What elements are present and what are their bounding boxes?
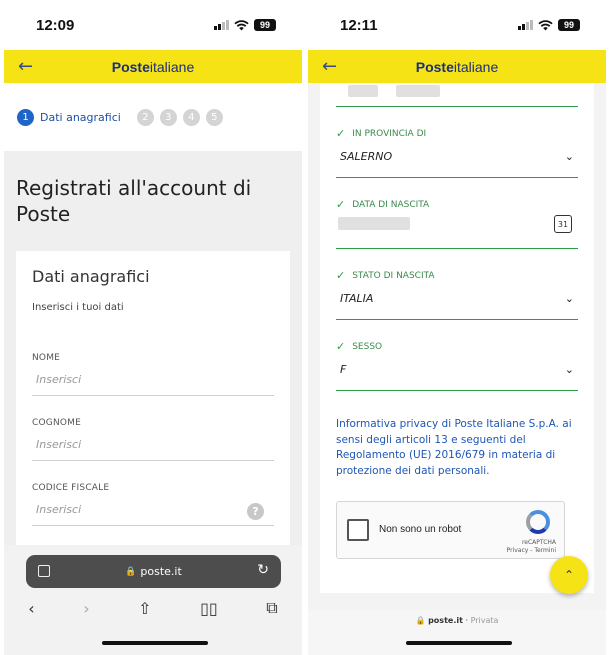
- birthdate-input[interactable]: 31: [336, 215, 578, 249]
- recaptcha-checkbox[interactable]: [347, 519, 369, 541]
- status-bar: 12:09 99: [4, 0, 302, 50]
- help-icon[interactable]: ?: [247, 503, 264, 520]
- forward-icon[interactable]: ›: [83, 599, 89, 618]
- chevron-down-icon: ⌄: [564, 292, 574, 305]
- app-header: ← Posteitaliane: [308, 50, 606, 83]
- reload-icon[interactable]: ↻: [257, 562, 269, 578]
- check-icon: ✓: [336, 269, 346, 282]
- page-title: Registrati all'account di Poste: [16, 176, 252, 226]
- tabs-icon[interactable]: ⧉: [266, 598, 277, 618]
- form-background: Registrati all'account di Poste Dati ana…: [4, 151, 302, 571]
- recaptcha-widget: Non sono un robot reCAPTCHA Privacy - Ter…: [336, 501, 565, 559]
- registration-stepper: 1 Dati anagrafici 2 3 4 5: [4, 83, 302, 151]
- calendar-icon[interactable]: 31: [554, 215, 572, 233]
- privacy-notice-link[interactable]: Informativa privacy di Poste Italiane S.…: [336, 417, 578, 479]
- address-bar[interactable]: 🔒 poste.it ↻: [26, 555, 281, 588]
- chevron-down-icon: ⌄: [564, 363, 574, 376]
- status-time: 12:11: [340, 16, 378, 34]
- browser-nav: ‹ › ⇧ ▯▯ ⧉: [4, 595, 302, 621]
- name-field: NOME Inserisci: [32, 353, 274, 396]
- wifi-icon: [538, 19, 553, 30]
- birthplace-input[interactable]: [336, 83, 578, 107]
- field-label: ✓ SESSO: [336, 340, 383, 353]
- home-indicator: [102, 641, 208, 645]
- field-label: ✓ STATO DI NASCITA: [336, 269, 435, 282]
- province-select[interactable]: SALERNO ⌄: [336, 150, 578, 178]
- fiscal-code-input[interactable]: Inserisci: [32, 503, 274, 526]
- back-icon[interactable]: ‹: [28, 599, 34, 618]
- poste-logo: Posteitaliane: [111, 58, 195, 75]
- share-icon[interactable]: ⇧: [138, 599, 151, 618]
- fiscal-code-field: CODICE FISCALE Inserisci ?: [32, 483, 274, 526]
- address-bar[interactable]: 🔒 poste.it · Privata: [308, 616, 606, 625]
- battery-icon: 99: [254, 19, 276, 31]
- scroll-top-button[interactable]: ⌃: [550, 556, 588, 594]
- surname-field: COGNOME Inserisci: [32, 418, 274, 461]
- step-1: 1: [17, 108, 34, 126]
- step-5: 5: [205, 108, 223, 126]
- arrow-left-icon[interactable]: ←: [322, 56, 337, 77]
- status-icons: 99: [518, 19, 580, 31]
- step-3: 3: [159, 108, 177, 126]
- step-4: 4: [182, 108, 200, 126]
- address-text: poste.it: [140, 565, 182, 578]
- birth-country-field: ✓ STATO DI NASCITA ITALIA ⌄: [336, 269, 578, 320]
- status-bar: 12:11 99: [308, 0, 606, 50]
- step-active-label: Dati anagrafici: [40, 110, 121, 124]
- signal-icon: [518, 20, 533, 30]
- check-icon: ✓: [336, 340, 346, 353]
- card-title: Dati anagrafici: [32, 267, 150, 286]
- screenshot-pair: 12:09 99 ← Posteitaliane 1 Dati anagrafi…: [0, 0, 610, 655]
- safari-compact-bar: 🔒 poste.it · Privata: [308, 610, 606, 655]
- field-label: CODICE FISCALE: [32, 483, 110, 493]
- birthdate-field: ✓ DATA DI NASCITA 31: [336, 198, 578, 249]
- field-label: NOME: [32, 353, 61, 363]
- recaptcha-brand: reCAPTCHA Privacy - Termini: [506, 539, 556, 554]
- birth-data-card: ✓ IN PROVINCIA DI SALERNO ⌄ ✓ DATA DI NASCI…: [320, 83, 594, 593]
- personal-data-card: Dati anagrafici Inserisci i tuoi dati NO…: [16, 251, 290, 551]
- left-phone-screen: 12:09 99 ← Posteitaliane 1 Dati anagrafi…: [4, 0, 302, 655]
- home-indicator: [406, 641, 512, 645]
- battery-icon: 99: [558, 19, 580, 31]
- wifi-icon: [234, 19, 249, 30]
- sex-field: ✓ SESSO F ⌄: [336, 340, 578, 391]
- surname-input[interactable]: Inserisci: [32, 438, 274, 461]
- birth-country-select[interactable]: ITALIA ⌄: [336, 292, 578, 320]
- arrow-left-icon[interactable]: ←: [18, 56, 33, 77]
- right-phone-screen: 12:11 99 ← Posteitaliane ✓ IN PROVINCIA D…: [308, 0, 606, 655]
- recaptcha-icon: [526, 510, 550, 534]
- check-icon: ✓: [336, 198, 346, 211]
- step-2: 2: [136, 108, 154, 126]
- redacted-value: [348, 85, 378, 97]
- check-icon: ✓: [336, 127, 346, 140]
- field-label: ✓ DATA DI NASCITA: [336, 198, 430, 211]
- redacted-value: [396, 85, 440, 97]
- app-header: ← Posteitaliane: [4, 50, 302, 83]
- poste-logo: Posteitaliane: [415, 58, 499, 75]
- redacted-value: [338, 217, 410, 230]
- sex-select[interactable]: F ⌄: [336, 363, 578, 391]
- safari-toolbar: 🔒 poste.it ↻ ‹ › ⇧ ▯▯ ⧉: [4, 545, 302, 655]
- name-input[interactable]: Inserisci: [32, 373, 274, 396]
- status-icons: 99: [214, 19, 276, 31]
- field-label: COGNOME: [32, 418, 82, 428]
- recaptcha-label: Non sono un robot: [379, 524, 462, 535]
- field-label: ✓ IN PROVINCIA DI: [336, 127, 427, 140]
- signal-icon: [214, 20, 229, 30]
- province-field: ✓ IN PROVINCIA DI SALERNO ⌄: [336, 127, 578, 178]
- card-subtitle: Inserisci i tuoi dati: [32, 302, 124, 313]
- lock-icon: 🔒: [125, 566, 137, 577]
- chevron-down-icon: ⌄: [564, 150, 574, 163]
- form-background: ✓ IN PROVINCIA DI SALERNO ⌄ ✓ DATA DI NASCI…: [308, 83, 606, 655]
- status-time: 12:09: [36, 16, 75, 34]
- page-menu-icon[interactable]: [38, 565, 50, 577]
- bookmarks-icon[interactable]: ▯▯: [200, 599, 218, 618]
